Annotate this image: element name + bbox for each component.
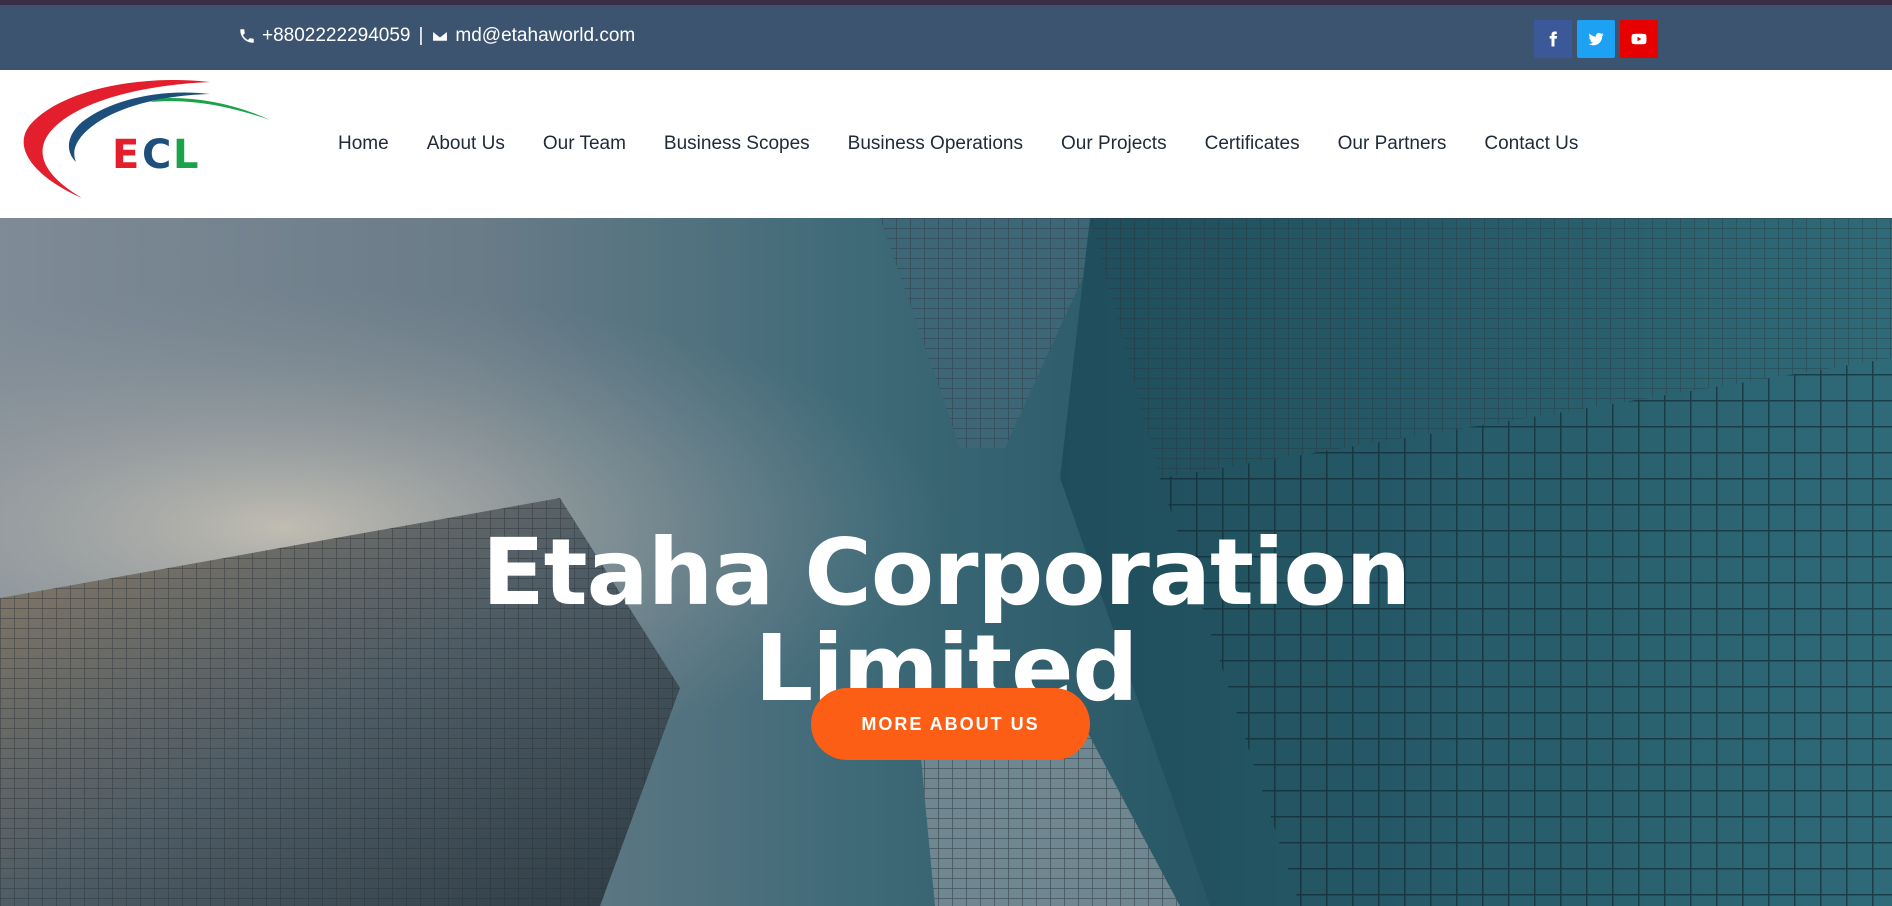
hero-title-line-1: Etaha Corporation (481, 518, 1411, 626)
nav-about-us[interactable]: About Us (408, 133, 524, 155)
ecl-logo[interactable]: E C L (20, 80, 272, 208)
email-address[interactable]: md@etahaworld.com (455, 25, 635, 47)
contact-info: +8802222294059 | md@etahaworld.com (238, 25, 635, 47)
nav-contact-us[interactable]: Contact Us (1465, 133, 1597, 155)
more-about-us-button[interactable]: MORE ABOUT US (811, 688, 1090, 760)
phone-number[interactable]: +8802222294059 (262, 25, 410, 47)
top-contact-bar: +8802222294059 | md@etahaworld.com (0, 0, 1892, 70)
site-header: E C L Home About Us Our Team Business Sc… (0, 70, 1892, 218)
logo-letter-e: E (112, 132, 139, 178)
youtube-icon (1631, 33, 1647, 45)
facebook-icon (1549, 31, 1558, 47)
nav-our-partners[interactable]: Our Partners (1319, 133, 1466, 155)
contact-separator: | (418, 25, 424, 46)
logo-letter-l: L (173, 132, 199, 178)
nav-business-operations[interactable]: Business Operations (829, 133, 1042, 155)
nav-certificates[interactable]: Certificates (1186, 133, 1319, 155)
nav-business-scopes[interactable]: Business Scopes (645, 133, 829, 155)
nav-home[interactable]: Home (319, 133, 408, 155)
logo-letter-c: C (142, 132, 171, 178)
hero-banner: Etaha Corporation Limited MORE ABOUT US (0, 218, 1892, 906)
main-nav: Home About Us Our Team Business Scopes B… (319, 70, 1597, 218)
social-links (1534, 20, 1658, 58)
nav-our-team[interactable]: Our Team (524, 133, 645, 155)
nav-our-projects[interactable]: Our Projects (1042, 133, 1186, 155)
phone-icon (240, 29, 254, 43)
twitter-icon (1588, 32, 1604, 46)
facebook-button[interactable] (1534, 20, 1572, 58)
youtube-button[interactable] (1620, 20, 1658, 58)
twitter-button[interactable] (1577, 20, 1615, 58)
envelope-icon (432, 30, 449, 42)
